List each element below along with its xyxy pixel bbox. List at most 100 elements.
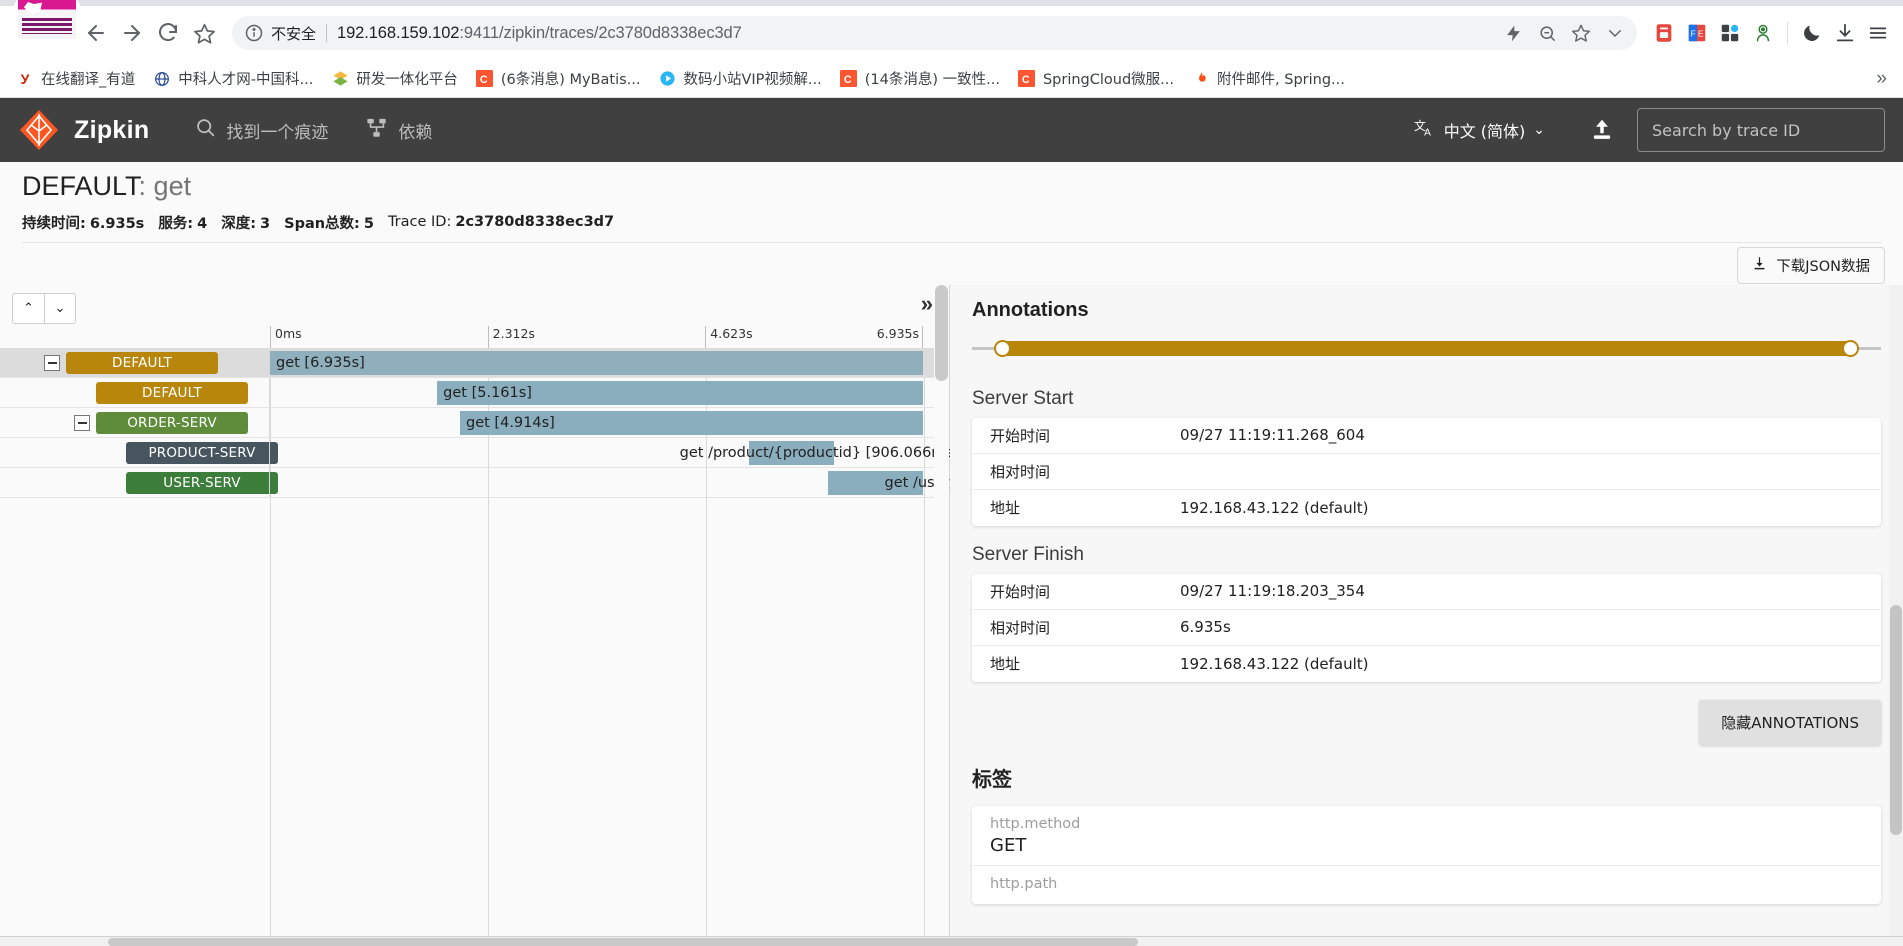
timeline-tick: 6.935s — [877, 325, 923, 348]
omnibox-actions — [1497, 18, 1631, 48]
bookmark-item[interactable]: C (14条消息) 一致性... — [832, 64, 1008, 93]
dark-mode-icon[interactable] — [1797, 18, 1827, 48]
meta-depth-key: 深度: — [221, 215, 257, 232]
span-row[interactable]: USER-SERVget /user/{userid} [1.012s] — [0, 467, 1083, 498]
download-json-label: 下载JSON数据 — [1776, 258, 1870, 275]
bookmark-label: (14条消息) 一致性... — [864, 72, 1000, 88]
timeline-tick: 0ms — [270, 325, 302, 348]
span-duration-bar[interactable] — [270, 350, 923, 375]
span-duration-label: get [6.935s] — [276, 354, 365, 371]
hide-annotations-button[interactable]: 隐藏ANNOTATIONS — [1699, 699, 1881, 745]
main-area: ⌃ ⌄ » 0ms 2.312s 4.623s 6.935s DEFAULT get [… — [0, 284, 1903, 946]
bookmark-item[interactable]: 研发一体化平台 — [323, 64, 466, 93]
row-value: 6.935s — [1180, 618, 1231, 637]
span-collapse-toggle[interactable] — [74, 414, 90, 431]
nav-dependencies[interactable]: 依赖 — [366, 117, 432, 144]
row-key: 开始时间 — [990, 582, 1051, 601]
back-button[interactable] — [78, 15, 114, 51]
span-row[interactable]: DEFAULT get [6.935s] — [0, 347, 949, 378]
timeline-scrollbar-thumb[interactable] — [935, 284, 948, 381]
zipkin-brand[interactable]: Zipkin — [74, 116, 149, 145]
zoom-out-icon[interactable] — [1531, 18, 1563, 48]
bookmarks-overflow-button[interactable]: » — [1868, 68, 1895, 90]
zipkin-logo-icon[interactable] — [18, 108, 60, 152]
timeline-scrollbar[interactable] — [934, 284, 949, 946]
upload-icon[interactable] — [1579, 110, 1625, 150]
browser-tab-active[interactable] — [14, 0, 80, 40]
browser-toolbar: 不安全 192.168.159.102:9411/zipkin/traces/2… — [0, 0, 1903, 60]
details-scrollbar-thumb[interactable] — [1890, 604, 1902, 835]
y-icon: У — [20, 70, 30, 87]
chevron-down-icon[interactable] — [1599, 18, 1631, 48]
span-service-chip[interactable]: DEFAULT — [66, 351, 218, 374]
span-service-chip[interactable]: DEFAULT — [96, 381, 248, 404]
svg-text:C: C — [480, 74, 488, 86]
annotation-section: Server Finish 开始时间 09/27 11:19:18.203_35… — [972, 544, 1881, 682]
menu-icon[interactable] — [1863, 18, 1893, 48]
slider-range — [1000, 340, 1853, 356]
row-value: 09/27 11:19:11.268_604 — [1180, 426, 1365, 445]
site-info-icon[interactable] — [244, 23, 264, 43]
reader-extension-icon[interactable] — [1649, 18, 1679, 48]
tag-key: http.path — [990, 875, 1058, 892]
trace-operation-name: get — [153, 171, 192, 201]
downloads-icon[interactable] — [1830, 18, 1860, 48]
tag-key: http.method — [990, 815, 1081, 832]
annotation-section: Server Start 开始时间 09/27 11:19:11.268_604… — [972, 388, 1881, 526]
annotations-range-slider[interactable] — [972, 336, 1881, 362]
details-scrollbar[interactable] — [1889, 284, 1903, 946]
expand-down-button[interactable]: ⌄ — [44, 293, 75, 323]
nav-find-trace-label: 找到一个痕迹 — [226, 122, 329, 143]
span-row[interactable]: ORDER-SERV get [4.914s] — [0, 407, 949, 438]
span-row[interactable]: DEFAULT get [5.161s] — [0, 377, 949, 408]
forward-button[interactable] — [114, 15, 150, 51]
bookmark-item[interactable]: 数码小站VIP视频解... — [650, 64, 829, 93]
tick-container: 0ms 2.312s 4.623s 6.935s — [270, 325, 923, 348]
language-selector[interactable]: 文A 中文 (简体) ⌄ — [1404, 117, 1555, 143]
bookmark-item[interactable]: 附件邮件, Spring... — [1184, 64, 1353, 93]
svg-text:C: C — [844, 74, 852, 86]
bookmark-item[interactable]: C SpringCloud微服... — [1010, 64, 1182, 93]
row-key: 相对时间 — [990, 618, 1051, 637]
flash-icon[interactable] — [1497, 18, 1529, 48]
span-service-chip[interactable]: ORDER-SERV — [96, 411, 248, 434]
server-start-table: 开始时间 09/27 11:19:11.268_604 相对时间 地址 192.… — [972, 417, 1881, 526]
span-row[interactable]: PRODUCT-SERV get /product/{productid} [90… — [0, 437, 959, 468]
address-bar[interactable]: 不安全 192.168.159.102:9411/zipkin/traces/2… — [232, 16, 1637, 50]
span-rows: DEFAULT get [6.935s] DEFAULT get [5.161s] OR… — [0, 347, 1083, 946]
span-service-chip[interactable]: USER-SERV — [126, 471, 278, 494]
bookmark-item[interactable]: У 在线翻译_有道 — [8, 64, 143, 93]
csdn-icon: C — [1018, 70, 1036, 88]
star-icon[interactable] — [1565, 18, 1597, 48]
monkey-extension-icon[interactable] — [1748, 18, 1778, 48]
search-input[interactable] — [1637, 108, 1885, 152]
reload-button[interactable] — [150, 15, 186, 51]
slider-knob-left[interactable] — [994, 339, 1011, 357]
window-horizontal-scrollbar[interactable] — [0, 936, 1903, 946]
bookmark-item[interactable]: C (6条消息) MyBatis... — [468, 64, 649, 93]
slider-knob-right[interactable] — [1842, 339, 1859, 357]
meta-services-key: 服务: — [158, 215, 194, 232]
grid-extension-icon[interactable] — [1715, 18, 1745, 48]
span-collapse-toggle[interactable] — [44, 354, 60, 371]
toolbar-divider — [1787, 22, 1788, 44]
nav-find-trace[interactable]: 找到一个痕迹 — [195, 117, 328, 143]
download-json-button[interactable]: 下载JSON数据 — [1737, 246, 1885, 284]
fe-extension-icon[interactable]: FE — [1682, 18, 1712, 48]
window-horizontal-scrollbar-thumb[interactable] — [108, 938, 1138, 946]
bookmark-item[interactable]: 中科人才网-中国科... — [145, 64, 321, 93]
csdn-icon: C — [840, 70, 858, 88]
meta-span-count-key: Span总数: — [284, 215, 360, 232]
span-bar-zone: get [6.935s] — [270, 348, 923, 378]
timeline: 0ms 2.312s 4.623s 6.935s DEFAULT get [6.935s… — [0, 325, 1083, 946]
meta-services: 服务: 4 — [158, 212, 207, 233]
page-title: DEFAULT: get — [22, 170, 1881, 204]
trace-service-name: DEFAULT — [22, 171, 139, 201]
language-label: 中文 (简体) — [1443, 122, 1526, 141]
collapse-all-button[interactable]: » — [921, 292, 933, 315]
bookmark-star-button[interactable] — [186, 15, 222, 51]
span-service-chip[interactable]: PRODUCT-SERV — [126, 441, 278, 464]
row-key: 相对时间 — [990, 462, 1051, 481]
expand-up-button[interactable]: ⌃ — [13, 294, 44, 323]
span-bar-zone: get [5.161s] — [270, 378, 923, 408]
